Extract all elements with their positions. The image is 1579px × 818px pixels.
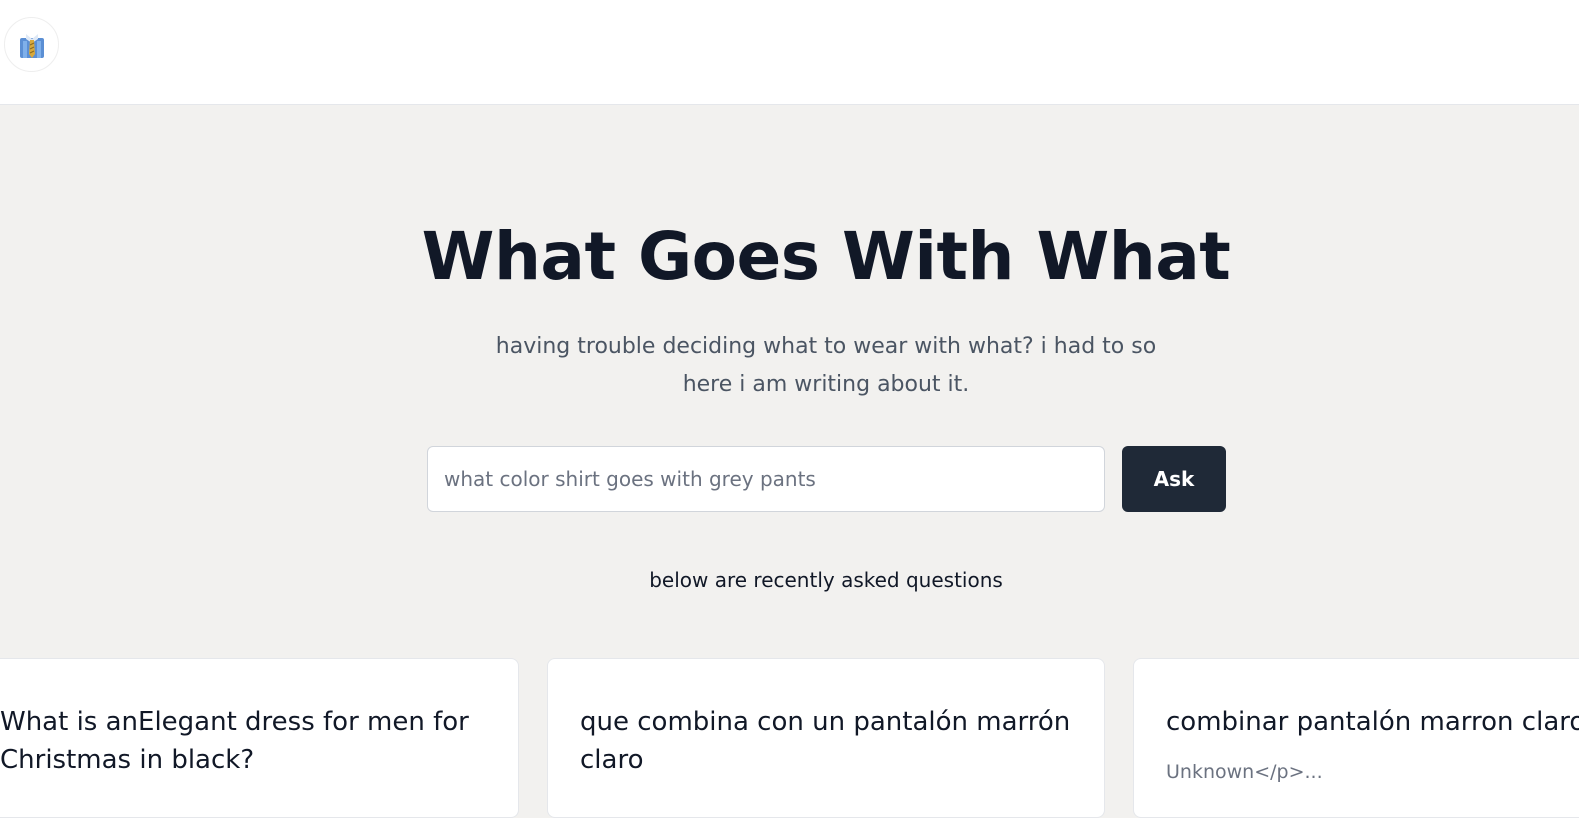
- question-card-title[interactable]: que combina con un pantalón marrón claro: [580, 703, 1080, 779]
- page-subtitle: having trouble deciding what to wear wit…: [495, 334, 1157, 397]
- question-card[interactable]: combinar pantalón marron claro Unknown</…: [1133, 658, 1579, 818]
- page-title: What Goes With What: [421, 218, 1231, 295]
- question-card-excerpt: Unknown</p>...: [1166, 761, 1323, 783]
- question-card-title[interactable]: combinar pantalón marron claro: [1166, 703, 1579, 741]
- question-search-input[interactable]: [427, 446, 1105, 512]
- question-card[interactable]: que combina con un pantalón marrón claro: [547, 658, 1105, 818]
- ask-button[interactable]: Ask: [1122, 446, 1226, 512]
- question-card[interactable]: What is anElegant dress for men for Chri…: [0, 658, 519, 818]
- home-logo-link[interactable]: [4, 17, 59, 72]
- top-nav-bar: [0, 0, 1579, 105]
- recent-questions-label: below are recently asked questions: [649, 568, 1003, 592]
- question-card-title[interactable]: What is anElegant dress for men for Chri…: [0, 703, 480, 779]
- necktie-shirt-icon: [19, 33, 44, 58]
